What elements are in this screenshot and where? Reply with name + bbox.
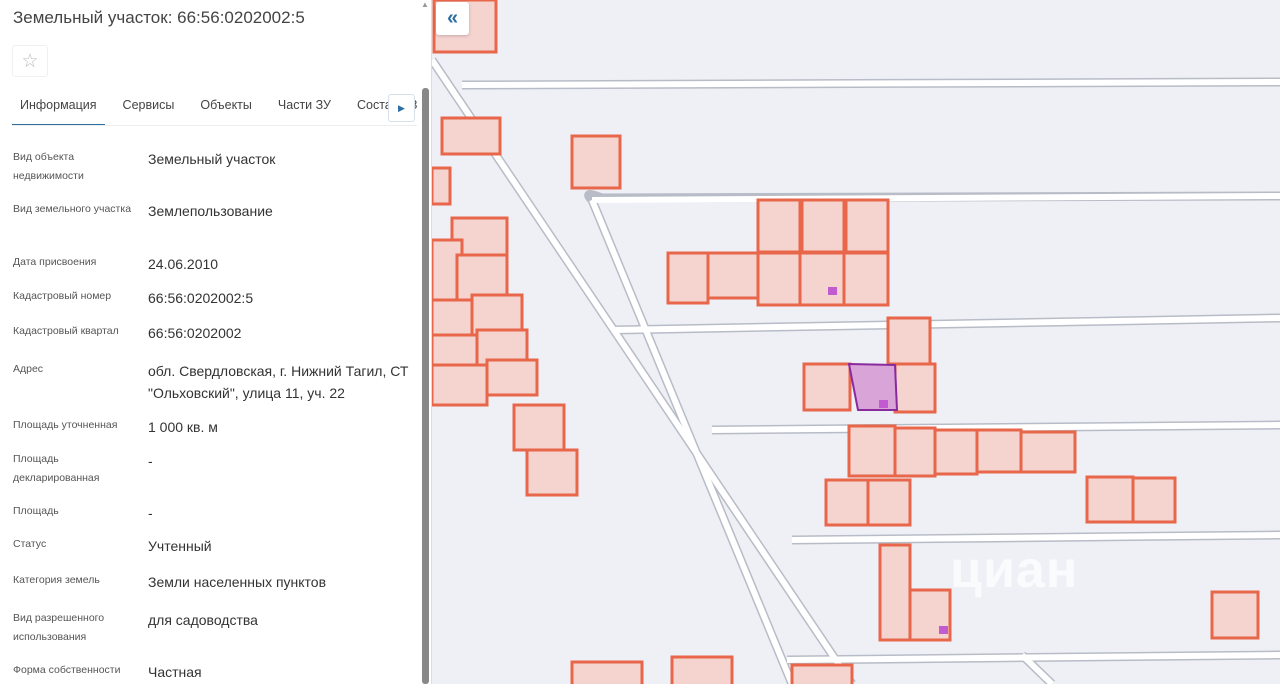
cadastral-map[interactable] xyxy=(428,0,1280,689)
land-parcel[interactable] xyxy=(756,198,802,254)
land-parcel[interactable] xyxy=(706,251,760,300)
land-parcel[interactable] xyxy=(670,655,734,689)
field-label: Адрес xyxy=(13,363,44,375)
map-canvas[interactable] xyxy=(428,0,1280,689)
land-parcel[interactable] xyxy=(430,363,489,407)
tabs-scroll-right-button[interactable]: ▶ xyxy=(388,94,415,122)
land-parcel[interactable] xyxy=(824,478,870,527)
land-parcel[interactable] xyxy=(455,253,509,302)
field-value: для садоводства xyxy=(148,612,258,628)
field-label: Площадь xyxy=(13,505,59,517)
field-value: - xyxy=(148,453,153,469)
tab-information[interactable]: Информация xyxy=(12,92,105,125)
field-value: 1 000 кв. м xyxy=(148,419,218,435)
star-icon: ☆ xyxy=(21,50,39,72)
favorite-button[interactable]: ☆ xyxy=(12,45,48,77)
land-parcel[interactable] xyxy=(570,660,644,689)
land-parcel[interactable] xyxy=(1131,476,1177,524)
land-parcel[interactable] xyxy=(802,362,852,412)
field-label: Категория земель xyxy=(13,574,100,586)
scrollbar[interactable] xyxy=(422,88,429,684)
land-parcel[interactable] xyxy=(430,166,452,206)
land-parcel[interactable] xyxy=(570,134,622,190)
field-value: Землепользование xyxy=(148,203,273,219)
field-value: Земли населенных пунктов xyxy=(148,574,327,590)
field-label: Кадастровый квартал xyxy=(13,325,119,337)
field-label: Площадь декларированная xyxy=(13,453,100,484)
watermark: циан xyxy=(950,541,1079,599)
land-parcel[interactable] xyxy=(842,251,890,307)
land-parcel[interactable] xyxy=(666,251,710,305)
collapse-panel-button[interactable]: « xyxy=(436,2,469,35)
field-label: Форма собственности xyxy=(13,664,121,676)
land-parcel[interactable] xyxy=(933,428,979,476)
land-parcel[interactable] xyxy=(790,663,854,689)
parcel-marker xyxy=(828,287,837,295)
land-parcel[interactable] xyxy=(525,448,579,497)
field-label: Площадь уточненная xyxy=(13,419,118,431)
parcel-marker xyxy=(879,400,888,408)
land-parcel[interactable] xyxy=(866,478,912,527)
field-label: Вид объекта недвижимости xyxy=(13,151,84,182)
land-parcel[interactable] xyxy=(1019,430,1077,474)
field-label: Статус xyxy=(13,538,47,550)
field-label: Вид земельного участка xyxy=(13,203,132,215)
land-parcel[interactable] xyxy=(893,362,937,414)
field-value: Частная xyxy=(148,664,202,680)
land-parcel[interactable] xyxy=(485,358,539,397)
land-parcel[interactable] xyxy=(800,198,846,254)
page-title: Земельный участок: 66:56:0202002:5 xyxy=(13,8,305,27)
land-parcel[interactable] xyxy=(844,198,890,254)
tab-bar: Информация Сервисы Объекты Части ЗУ Сост… xyxy=(12,92,417,126)
double-chevron-left-icon: « xyxy=(446,7,459,29)
tab-parts[interactable]: Части ЗУ xyxy=(270,92,339,125)
parcel-marker xyxy=(939,626,948,634)
land-parcel[interactable] xyxy=(847,424,897,478)
scroll-up-arrow[interactable]: ▲ xyxy=(421,0,429,9)
field-value: 66:56:0202002:5 xyxy=(148,290,254,306)
field-label: Вид разрешенного использования xyxy=(13,612,105,643)
selected-parcel xyxy=(847,362,899,411)
caret-right-icon: ▶ xyxy=(398,102,405,113)
land-parcel[interactable] xyxy=(440,116,502,156)
field-value: обл. Свердловская, г. Нижний Тагил, СТ "… xyxy=(148,363,409,401)
info-panel: Земельный участок: 66:56:0202002:5 ☆ Инф… xyxy=(0,0,432,684)
parcels xyxy=(430,0,1260,689)
field-value: Земельный участок xyxy=(148,151,276,167)
land-parcel[interactable] xyxy=(878,543,912,642)
field-value: 66:56:0202002 xyxy=(148,325,242,341)
field-value: Учтенный xyxy=(148,538,212,554)
land-parcel[interactable] xyxy=(512,403,566,452)
field-label: Дата присвоения xyxy=(13,256,97,268)
land-parcel[interactable] xyxy=(893,426,937,478)
land-parcel[interactable] xyxy=(1085,475,1135,524)
field-label: Кадастровый номер xyxy=(13,290,112,302)
land-parcel[interactable] xyxy=(756,251,802,307)
field-value: 24.06.2010 xyxy=(148,256,219,272)
land-parcel[interactable] xyxy=(1210,590,1260,640)
field-value: - xyxy=(148,505,153,521)
land-parcel[interactable] xyxy=(975,428,1023,474)
tab-objects[interactable]: Объекты xyxy=(192,92,260,125)
land-parcel[interactable] xyxy=(798,251,846,307)
tab-services[interactable]: Сервисы xyxy=(115,92,183,125)
land-parcel[interactable] xyxy=(886,316,932,366)
